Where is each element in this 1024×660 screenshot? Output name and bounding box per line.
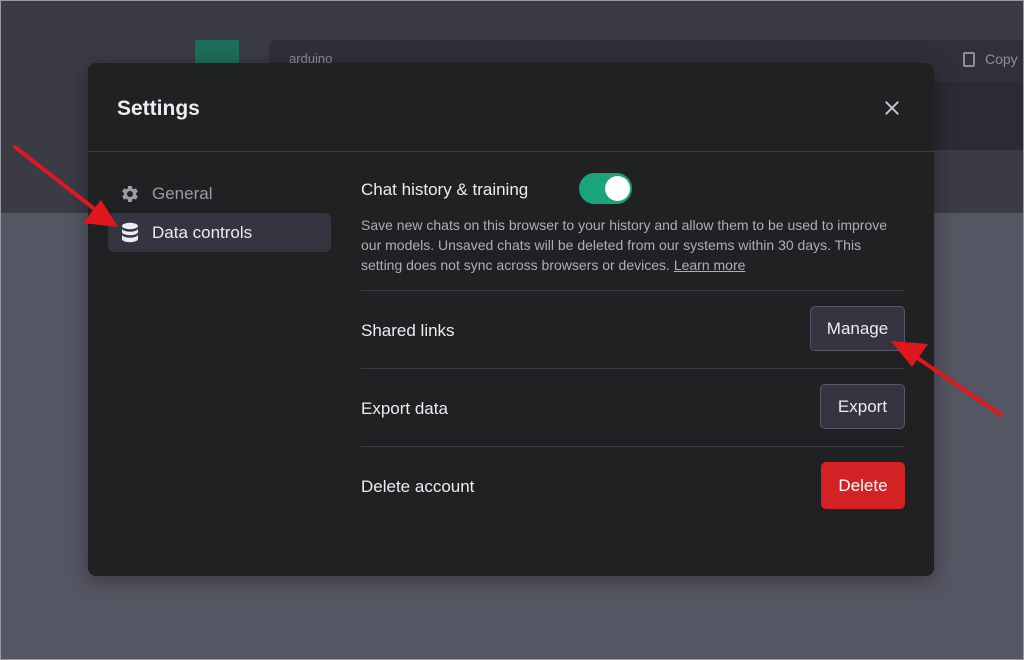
settings-modal: Settings General Data controls Chat hist… bbox=[88, 63, 934, 576]
chat-history-description-text: Save new chats on this browser to your h… bbox=[361, 217, 888, 273]
divider bbox=[361, 446, 905, 447]
export-data-title: Export data bbox=[361, 399, 448, 418]
shared-links-title: Shared links bbox=[361, 321, 455, 340]
sidebar-item-general[interactable]: General bbox=[108, 174, 331, 213]
chat-history-description: Save new chats on this browser to your h… bbox=[361, 215, 891, 275]
toggle-knob bbox=[605, 176, 630, 201]
delete-account-title: Delete account bbox=[361, 477, 475, 496]
sidebar-item-label: General bbox=[152, 183, 213, 203]
chat-history-title: Chat history & training bbox=[361, 180, 529, 199]
screen: arduino Copy Settings General Data contr… bbox=[0, 0, 1024, 660]
close-icon[interactable] bbox=[878, 94, 906, 122]
sidebar-item-label: Data controls bbox=[152, 222, 253, 242]
gear-icon bbox=[120, 184, 140, 204]
clipboard-icon bbox=[963, 51, 975, 67]
copy-code-label: Copy bbox=[985, 51, 1018, 67]
export-button[interactable]: Export bbox=[820, 384, 905, 429]
database-icon bbox=[120, 222, 140, 244]
divider bbox=[361, 290, 905, 291]
modal-header: Settings bbox=[88, 63, 934, 152]
learn-more-link[interactable]: Learn more bbox=[674, 257, 746, 273]
copy-code-button[interactable]: Copy bbox=[963, 51, 1018, 67]
divider bbox=[361, 368, 905, 369]
sidebar-item-data-controls[interactable]: Data controls bbox=[108, 213, 331, 252]
manage-button[interactable]: Manage bbox=[810, 306, 905, 351]
delete-button[interactable]: Delete bbox=[821, 462, 905, 509]
modal-title: Settings bbox=[117, 97, 200, 120]
chat-history-toggle[interactable] bbox=[579, 173, 632, 204]
